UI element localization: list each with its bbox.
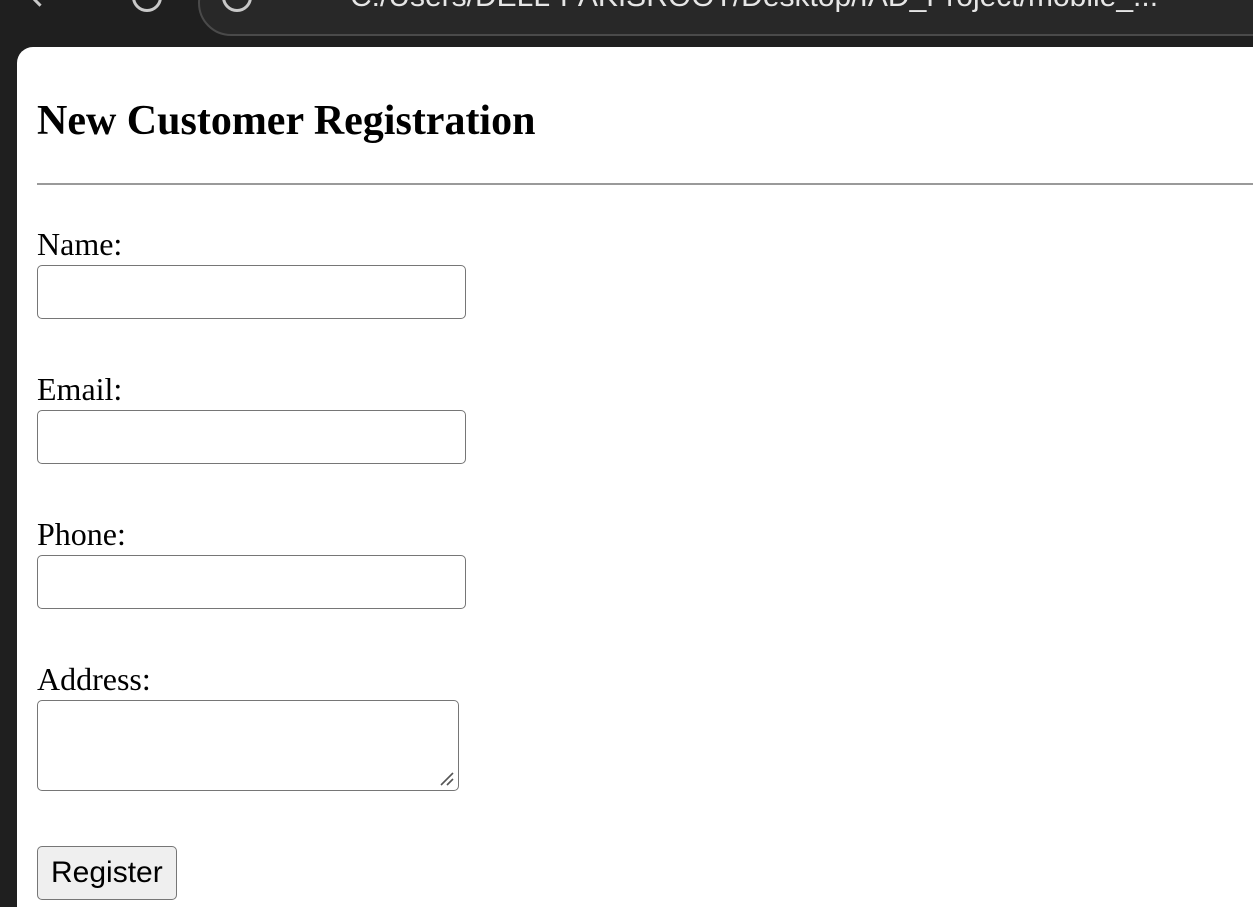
address-label: Address: — [37, 661, 151, 697]
forward-icon[interactable] — [132, 0, 162, 12]
resize-grip-icon[interactable] — [435, 767, 455, 787]
phone-input[interactable] — [37, 555, 466, 609]
divider — [37, 183, 1253, 185]
email-input[interactable] — [37, 410, 466, 464]
phone-label: Phone: — [37, 516, 126, 552]
browser-toolbar: C:/Users/DELL-PAKISROOT/Desktop/IAD_Proj… — [0, 0, 1253, 48]
url-text[interactable]: C:/Users/DELL-PAKISROOT/Desktop/IAD_Proj… — [350, 0, 1158, 12]
email-label: Email: — [37, 371, 123, 407]
register-button[interactable]: Register — [37, 846, 177, 900]
name-input[interactable] — [37, 265, 466, 319]
name-label: Name: — [37, 226, 123, 262]
back-arrow-icon[interactable] — [20, 0, 50, 12]
address-textarea[interactable] — [37, 700, 459, 791]
page-title: New Customer Registration — [37, 98, 536, 144]
page-content: New Customer Registration Name: Email: P… — [17, 47, 1253, 907]
